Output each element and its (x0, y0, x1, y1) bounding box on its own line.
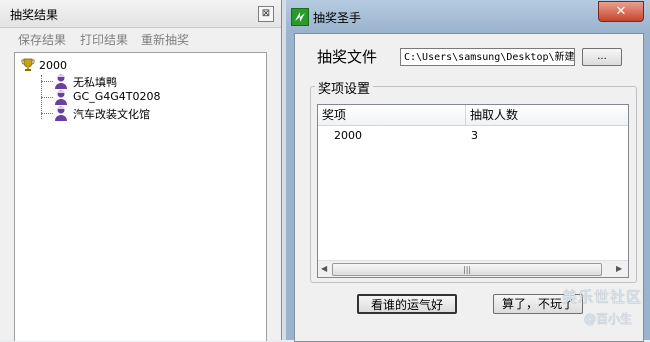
tree-item-label: GC_G4G4T0208 (73, 90, 161, 103)
user-icon (55, 74, 67, 89)
scroll-thumb[interactable]: ||| (332, 263, 602, 276)
tree-root-label: 2000 (39, 59, 67, 72)
results-title: 抽奖结果 (10, 8, 59, 22)
tree-item-label: 无私填鸭 (73, 76, 117, 89)
browse-button[interactable]: ... (582, 48, 622, 66)
scroll-grip: ||| (463, 265, 472, 274)
column-header-prize[interactable]: 奖项 (318, 105, 466, 125)
results-panel: 抽奖结果 ⊠ 保存结果 打印结果 重新抽奖 2000 无私填鸭 GC_G4G4T… (0, 0, 282, 341)
results-toolbar: 保存结果 打印结果 重新抽奖 (0, 28, 281, 48)
column-header-count[interactable]: 抽取人数 (466, 105, 628, 125)
horizontal-scrollbar[interactable]: ◀ ||| ▶ (318, 260, 628, 277)
draw-lucky-button[interactable]: 看谁的运气好 (357, 294, 457, 314)
redraw-button[interactable]: 重新抽奖 (141, 31, 189, 48)
watermark-author: @百小生 (584, 312, 633, 326)
trophy-icon (21, 58, 35, 71)
tree-item-label: 汽车改装文化馆 (73, 108, 150, 121)
print-results-button[interactable]: 打印结果 (80, 31, 128, 48)
tree-branch (41, 81, 53, 82)
cell-count: 3 (471, 129, 478, 142)
table-row[interactable]: 2000 3 (318, 129, 628, 147)
save-results-button[interactable]: 保存结果 (18, 31, 66, 48)
results-tree[interactable]: 2000 无私填鸭 GC_G4G4T0208 汽车改装文化馆 (14, 52, 267, 341)
watermark-text: 美乐世社区 (562, 288, 643, 306)
scroll-left-icon[interactable]: ◀ (321, 264, 327, 273)
file-path-input[interactable]: C:\Users\samsung\Desktop\新建 (400, 48, 575, 66)
window-title: 抽奖圣手 (313, 11, 362, 25)
app-icon (291, 8, 309, 26)
tree-branch (41, 97, 53, 98)
window-titlebar[interactable]: 抽奖圣手 ✕ (286, 0, 650, 32)
table-header: 奖项 抽取人数 (318, 105, 628, 126)
prize-settings-title: 奖项设置 (315, 78, 374, 97)
results-titlebar: 抽奖结果 ⊠ (0, 0, 281, 28)
scroll-right-icon[interactable]: ▶ (616, 264, 622, 273)
user-icon (55, 90, 67, 105)
user-icon (55, 106, 67, 121)
cell-prize: 2000 (334, 129, 362, 142)
results-close-button[interactable]: ⊠ (258, 6, 274, 22)
window-close-button[interactable]: ✕ (598, 1, 644, 22)
file-label: 抽奖文件 (317, 48, 378, 66)
tree-branch (41, 113, 53, 114)
app-icon-glyph (295, 12, 305, 22)
prize-table[interactable]: 奖项 抽取人数 2000 3 ◀ ||| ▶ (317, 104, 629, 278)
